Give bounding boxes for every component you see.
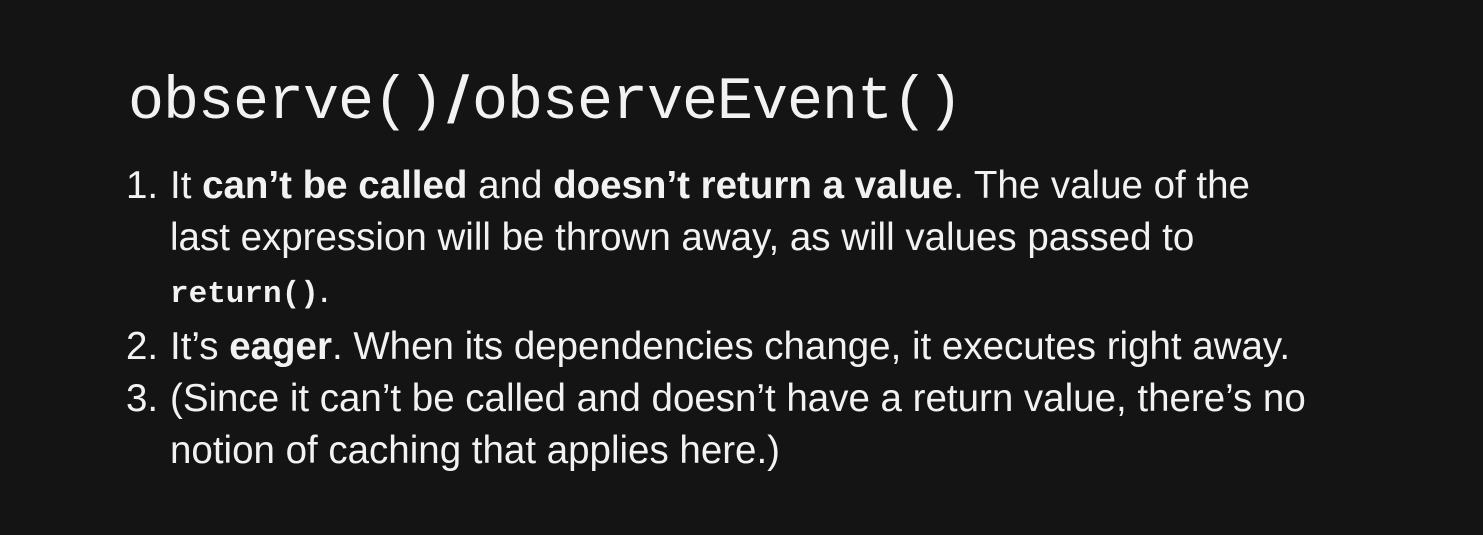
point-2: 2. It’s eager. When its dependencies cha… [126, 321, 1456, 373]
point-2-bold-eager: eager [229, 325, 332, 368]
point-1-text-tail: . The value of the [953, 164, 1250, 207]
title-observe-event: observeEvent() [471, 69, 963, 137]
point-1-text-and: and [467, 164, 554, 207]
points-list: 1. It can’t be called and doesn’t return… [126, 160, 1456, 477]
title-separator: / [447, 63, 469, 133]
point-3-line-1: (Since it can’t be called and doesn’t ha… [170, 377, 1306, 420]
point-2-text-tail: . When its dependencies change, it execu… [331, 325, 1291, 368]
point-1-text: It [170, 164, 203, 207]
slide: observe()/observeEvent() 1. It can’t be … [0, 0, 1483, 535]
point-1-line-2: last expression will be thrown away, as … [170, 216, 1195, 259]
point-1-line-1: It can’t be called and doesn’t return a … [170, 160, 1456, 212]
title-observe: observe() [128, 69, 444, 137]
point-2-line: It’s eager. When its dependencies change… [170, 321, 1456, 373]
point-number: 1. [126, 164, 159, 207]
point-3-line-2: notion of caching that applies here.) [170, 429, 780, 472]
point-1-bold-no-return: doesn’t return a value [553, 164, 954, 207]
point-1-line-3: return(). [170, 264, 1456, 321]
point-3: 3. (Since it can’t be called and doesn’t… [126, 373, 1456, 477]
point-1-bold-cant-be-called: can’t be called [202, 164, 468, 207]
point-number: 3. [126, 377, 159, 420]
slide-title: observe()/observeEvent() [128, 62, 963, 139]
point-1-period: . [318, 268, 330, 311]
point-1: 1. It can’t be called and doesn’t return… [126, 160, 1456, 321]
point-2-text: It’s [170, 325, 230, 368]
return-code: return() [170, 277, 319, 312]
point-number: 2. [126, 325, 159, 368]
